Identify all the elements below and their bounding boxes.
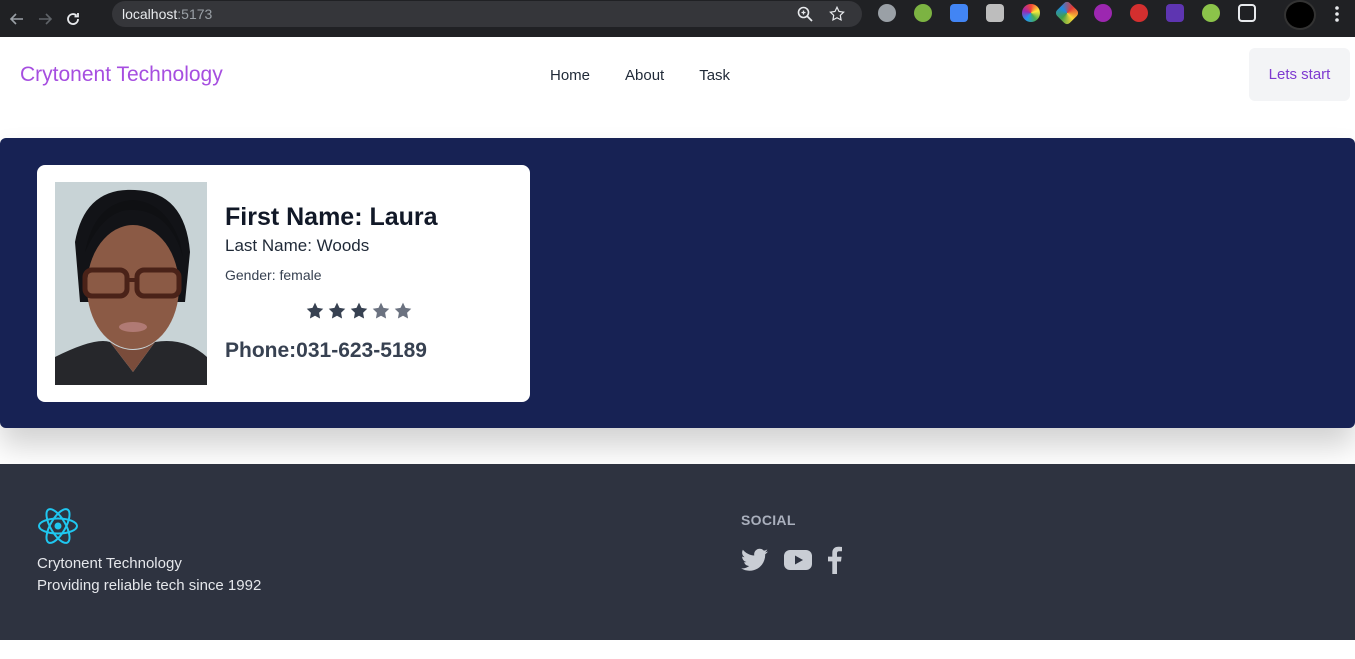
- url-port: :5173: [177, 6, 213, 22]
- browser-toolbar: localhost:5173: [0, 0, 1355, 55]
- facebook-icon[interactable]: [828, 546, 842, 574]
- url-host: localhost: [122, 6, 178, 22]
- profile-avatar-icon[interactable]: [1284, 0, 1316, 30]
- react-atom-icon: [38, 508, 78, 544]
- site-footer: Crytonent Technology Providing reliable …: [0, 464, 1355, 640]
- purple-extension-icon[interactable]: [1094, 4, 1112, 22]
- youtube-icon[interactable]: [784, 546, 812, 574]
- eye-extension-icon[interactable]: [1202, 4, 1220, 22]
- social-links: [741, 546, 842, 574]
- more-menu-icon[interactable]: [1330, 4, 1344, 24]
- star-filled-icon: [328, 302, 346, 319]
- main-nav: Home About Task: [550, 67, 730, 84]
- footer-company: Crytonent Technology: [37, 555, 182, 572]
- footer-tagline: Providing reliable tech since 1992: [37, 577, 262, 594]
- document-extension-icon[interactable]: [986, 4, 1004, 22]
- lets-start-button[interactable]: Lets start: [1249, 48, 1350, 101]
- badge-extension-icon[interactable]: [1166, 4, 1184, 22]
- zoom-icon[interactable]: [796, 5, 814, 23]
- adblock-extension-icon[interactable]: [1130, 4, 1148, 22]
- colorpick-extension-icon[interactable]: [1022, 4, 1040, 22]
- star-filled-icon: [350, 302, 368, 319]
- social-heading: SOCIAL: [741, 512, 796, 528]
- brand-logo-text[interactable]: Crytonent Technology: [20, 63, 223, 87]
- gender: Gender: female: [225, 267, 322, 283]
- star-filled-icon: [306, 302, 324, 319]
- bookmark-star-icon[interactable]: [828, 5, 846, 23]
- hero-section: First Name: Laura Last Name: Woods Gende…: [0, 138, 1355, 428]
- star-empty-icon: [394, 302, 412, 319]
- rating-stars: [305, 301, 413, 321]
- grammarly-extension-icon[interactable]: [878, 4, 896, 22]
- profile-card: First Name: Laura Last Name: Woods Gende…: [37, 165, 530, 402]
- first-name: First Name: Laura: [225, 203, 438, 231]
- last-name: Last Name: Woods: [225, 236, 370, 255]
- profile-photo: [55, 182, 207, 385]
- reload-icon[interactable]: [62, 8, 84, 30]
- back-icon[interactable]: [6, 8, 28, 30]
- star-empty-icon: [372, 302, 390, 319]
- site-header: Crytonent Technology Home About Task Let…: [0, 37, 1355, 117]
- twitter-icon[interactable]: [741, 546, 768, 574]
- nav-about-link[interactable]: About: [625, 67, 664, 84]
- profile-info: First Name: Laura Last Name: Woods Gende…: [225, 203, 438, 283]
- forward-icon[interactable]: [34, 8, 56, 30]
- color-extension-icon[interactable]: [1054, 0, 1080, 26]
- nav-task-link[interactable]: Task: [699, 67, 730, 84]
- plus-extension-icon[interactable]: [914, 4, 932, 22]
- extensions-puzzle-icon[interactable]: [1238, 4, 1256, 22]
- nav-home-link[interactable]: Home: [550, 67, 590, 84]
- translate-extension-icon[interactable]: [950, 4, 968, 22]
- address-bar[interactable]: localhost:5173: [112, 1, 862, 55]
- phone-number: Phone:031-623-5189: [225, 339, 427, 362]
